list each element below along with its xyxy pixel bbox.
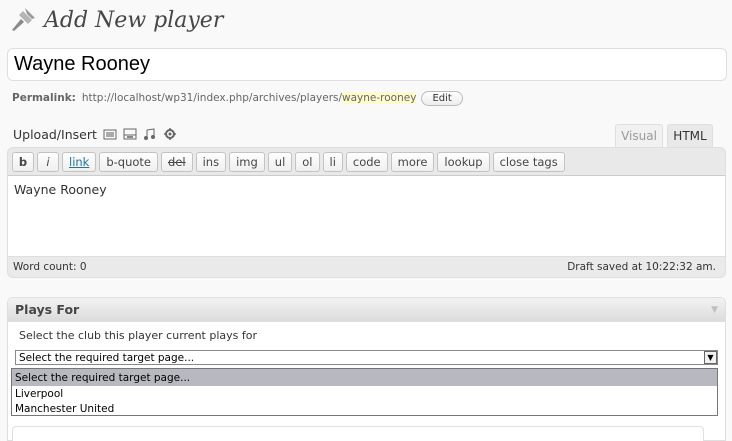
image-icon[interactable] [103,127,117,141]
qt-code-button[interactable]: code [345,151,388,172]
qt-italic-button[interactable]: i [37,151,59,172]
video-icon[interactable] [123,127,137,141]
qt-link-button[interactable]: link [62,151,97,172]
club-select[interactable]: Select the required target page... ▼ [15,350,718,365]
audio-icon[interactable] [143,127,157,141]
page-title: Add New player [44,7,224,33]
lower-input-box [12,426,704,441]
qt-blockquote-button[interactable]: b-quote [99,151,159,172]
qt-ul-button[interactable]: ul [267,151,293,172]
permalink-label: Permalink: [12,92,76,104]
dropdown-option[interactable]: Manchester United [12,401,717,416]
dropdown-option[interactable]: Select the required target page... [12,369,717,386]
upload-insert-row: Upload/Insert [13,125,177,143]
post-title-input[interactable]: Wayne Rooney [7,48,727,81]
qt-img-button[interactable]: img [229,151,265,172]
content-editor[interactable]: Wayne Rooney [7,175,726,257]
word-count: Word count: 0 [13,261,87,273]
editor-status-bar: Word count: 0 Draft saved at 10:22:32 am… [7,257,726,278]
club-select-dropdown: Select the required target page... Liver… [11,368,718,416]
metabox-title: Plays For [15,302,80,317]
permalink-base: http://localhost/wp31/index.php/archives… [81,92,343,104]
upload-insert-label: Upload/Insert [13,126,97,142]
chevron-down-icon[interactable]: ▼ [704,351,717,364]
qt-more-button[interactable]: more [390,151,435,172]
tab-visual[interactable]: Visual [615,124,663,147]
metabox-description: Select the club this player current play… [19,329,257,342]
media-icon[interactable] [163,127,177,141]
dropdown-option[interactable]: Liverpool [12,386,717,401]
qt-del-button[interactable]: del [161,151,193,172]
permalink-edit-button[interactable]: Edit [421,90,463,106]
page-header: Add New player [8,4,223,36]
qt-ol-button[interactable]: ol [295,151,320,172]
qt-lookup-button[interactable]: lookup [437,151,490,172]
tab-html[interactable]: HTML [667,124,713,147]
quicktags-toolbar: b i link b-quote del ins img ul ol li co… [7,147,726,175]
metabox-header[interactable]: Plays For ▼ [8,298,725,322]
permalink-slug[interactable]: wayne-rooney [342,92,417,104]
qt-close-tags-button[interactable]: close tags [492,151,565,172]
qt-ins-button[interactable]: ins [195,151,227,172]
club-select-value: Select the required target page... [19,351,195,364]
qt-li-button[interactable]: li [322,151,343,172]
collapse-arrow-icon[interactable]: ▼ [711,305,718,315]
qt-bold-button[interactable]: b [12,151,34,172]
pushpin-icon [8,5,38,35]
permalink-row: Permalink: http://localhost/wp31/index.p… [12,88,463,108]
draft-saved-status: Draft saved at 10:22:32 am. [567,261,716,273]
